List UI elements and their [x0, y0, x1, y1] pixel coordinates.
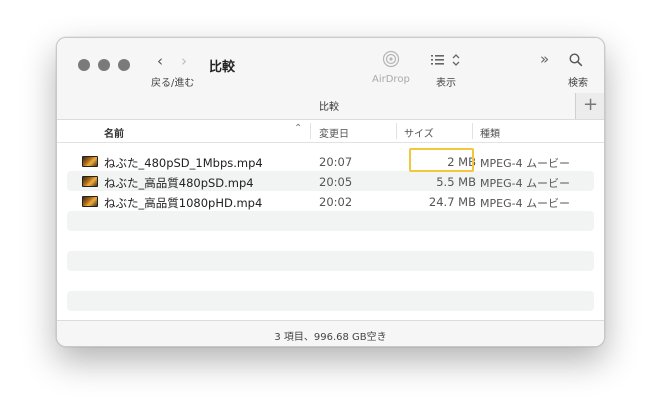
file-name: ねぶた_480pSD_1Mbps.mp4 — [104, 156, 263, 170]
empty-row — [67, 251, 594, 271]
file-kind: MPEG-4 ムービー — [480, 157, 571, 170]
column-divider[interactable] — [310, 123, 311, 139]
status-text: 3 項目、996.68 GB空き — [274, 332, 387, 343]
view-label: 表示 — [436, 78, 456, 89]
column-divider[interactable] — [396, 123, 397, 139]
file-size: 24.7 MB — [428, 195, 476, 209]
file-row[interactable]: ねぶた_480pSD_1Mbps.mp4 20:07 2 MB MPEG-4 ム… — [67, 151, 594, 171]
empty-row — [67, 211, 594, 231]
list-view-icon[interactable] — [431, 52, 463, 71]
movie-file-icon — [82, 156, 98, 167]
file-list: ねぶた_480pSD_1Mbps.mp4 20:07 2 MB MPEG-4 ム… — [67, 151, 594, 311]
forward-icon[interactable]: › — [181, 52, 187, 70]
file-kind: MPEG-4 ムービー — [480, 197, 571, 210]
movie-file-icon — [82, 176, 98, 187]
zoom-window-button[interactable] — [118, 59, 130, 71]
window-title: 比較 — [209, 60, 236, 75]
file-date: 20:05 — [319, 175, 353, 189]
movie-file-icon — [82, 196, 98, 207]
size-highlight-box — [409, 148, 474, 172]
file-size: 5.5 MB — [436, 175, 476, 189]
nav-label: 戻る/進む — [151, 78, 195, 89]
column-header-kind[interactable]: 種類 — [480, 125, 500, 140]
close-window-button[interactable] — [78, 59, 90, 71]
file-name: ねぶた_高品質1080pHD.mp4 — [104, 196, 263, 210]
airdrop-label: AirDrop — [372, 74, 410, 85]
file-kind: MPEG-4 ムービー — [480, 177, 571, 190]
tab-compare[interactable]: 比較 — [319, 98, 339, 113]
column-divider[interactable] — [472, 123, 473, 139]
file-row[interactable]: ねぶた_高品質480pSD.mp4 20:05 5.5 MB MPEG-4 ムー… — [67, 171, 594, 191]
search-icon[interactable] — [569, 52, 583, 71]
airdrop-icon[interactable] — [382, 50, 400, 72]
column-header-date[interactable]: 変更日 — [319, 125, 349, 140]
search-label: 検索 — [568, 78, 588, 89]
file-name: ねぶた_高品質480pSD.mp4 — [104, 176, 254, 190]
more-toolbar-items-icon[interactable]: » — [540, 50, 549, 68]
column-header-name[interactable]: 名前 — [104, 125, 124, 140]
back-icon[interactable]: ‹ — [157, 52, 163, 70]
file-date: 20:02 — [319, 195, 353, 209]
empty-row — [67, 271, 594, 291]
empty-row — [67, 231, 594, 251]
file-row[interactable]: ねぶた_高品質1080pHD.mp4 20:02 24.7 MB MPEG-4 … — [67, 191, 594, 211]
minimize-window-button[interactable] — [98, 59, 110, 71]
finder-window: ‹ › 戻る/進む 比較 AirDrop 表示 » 検索 比較 + 名前 ⌃ 変… — [56, 37, 605, 347]
column-header: 名前 ⌃ 変更日 サイズ 種類 — [57, 120, 604, 143]
toolbar: ‹ › 戻る/進む 比較 AirDrop 表示 » 検索 — [57, 38, 604, 93]
status-bar: 3 項目、996.68 GB空き — [57, 320, 604, 346]
add-tab-button[interactable]: + — [575, 93, 604, 119]
tab-bar: 比較 + — [57, 93, 604, 120]
file-date: 20:07 — [319, 155, 353, 169]
empty-row — [67, 291, 594, 311]
sort-ascending-icon[interactable]: ⌃ — [294, 123, 302, 134]
column-header-size[interactable]: サイズ — [404, 125, 434, 140]
